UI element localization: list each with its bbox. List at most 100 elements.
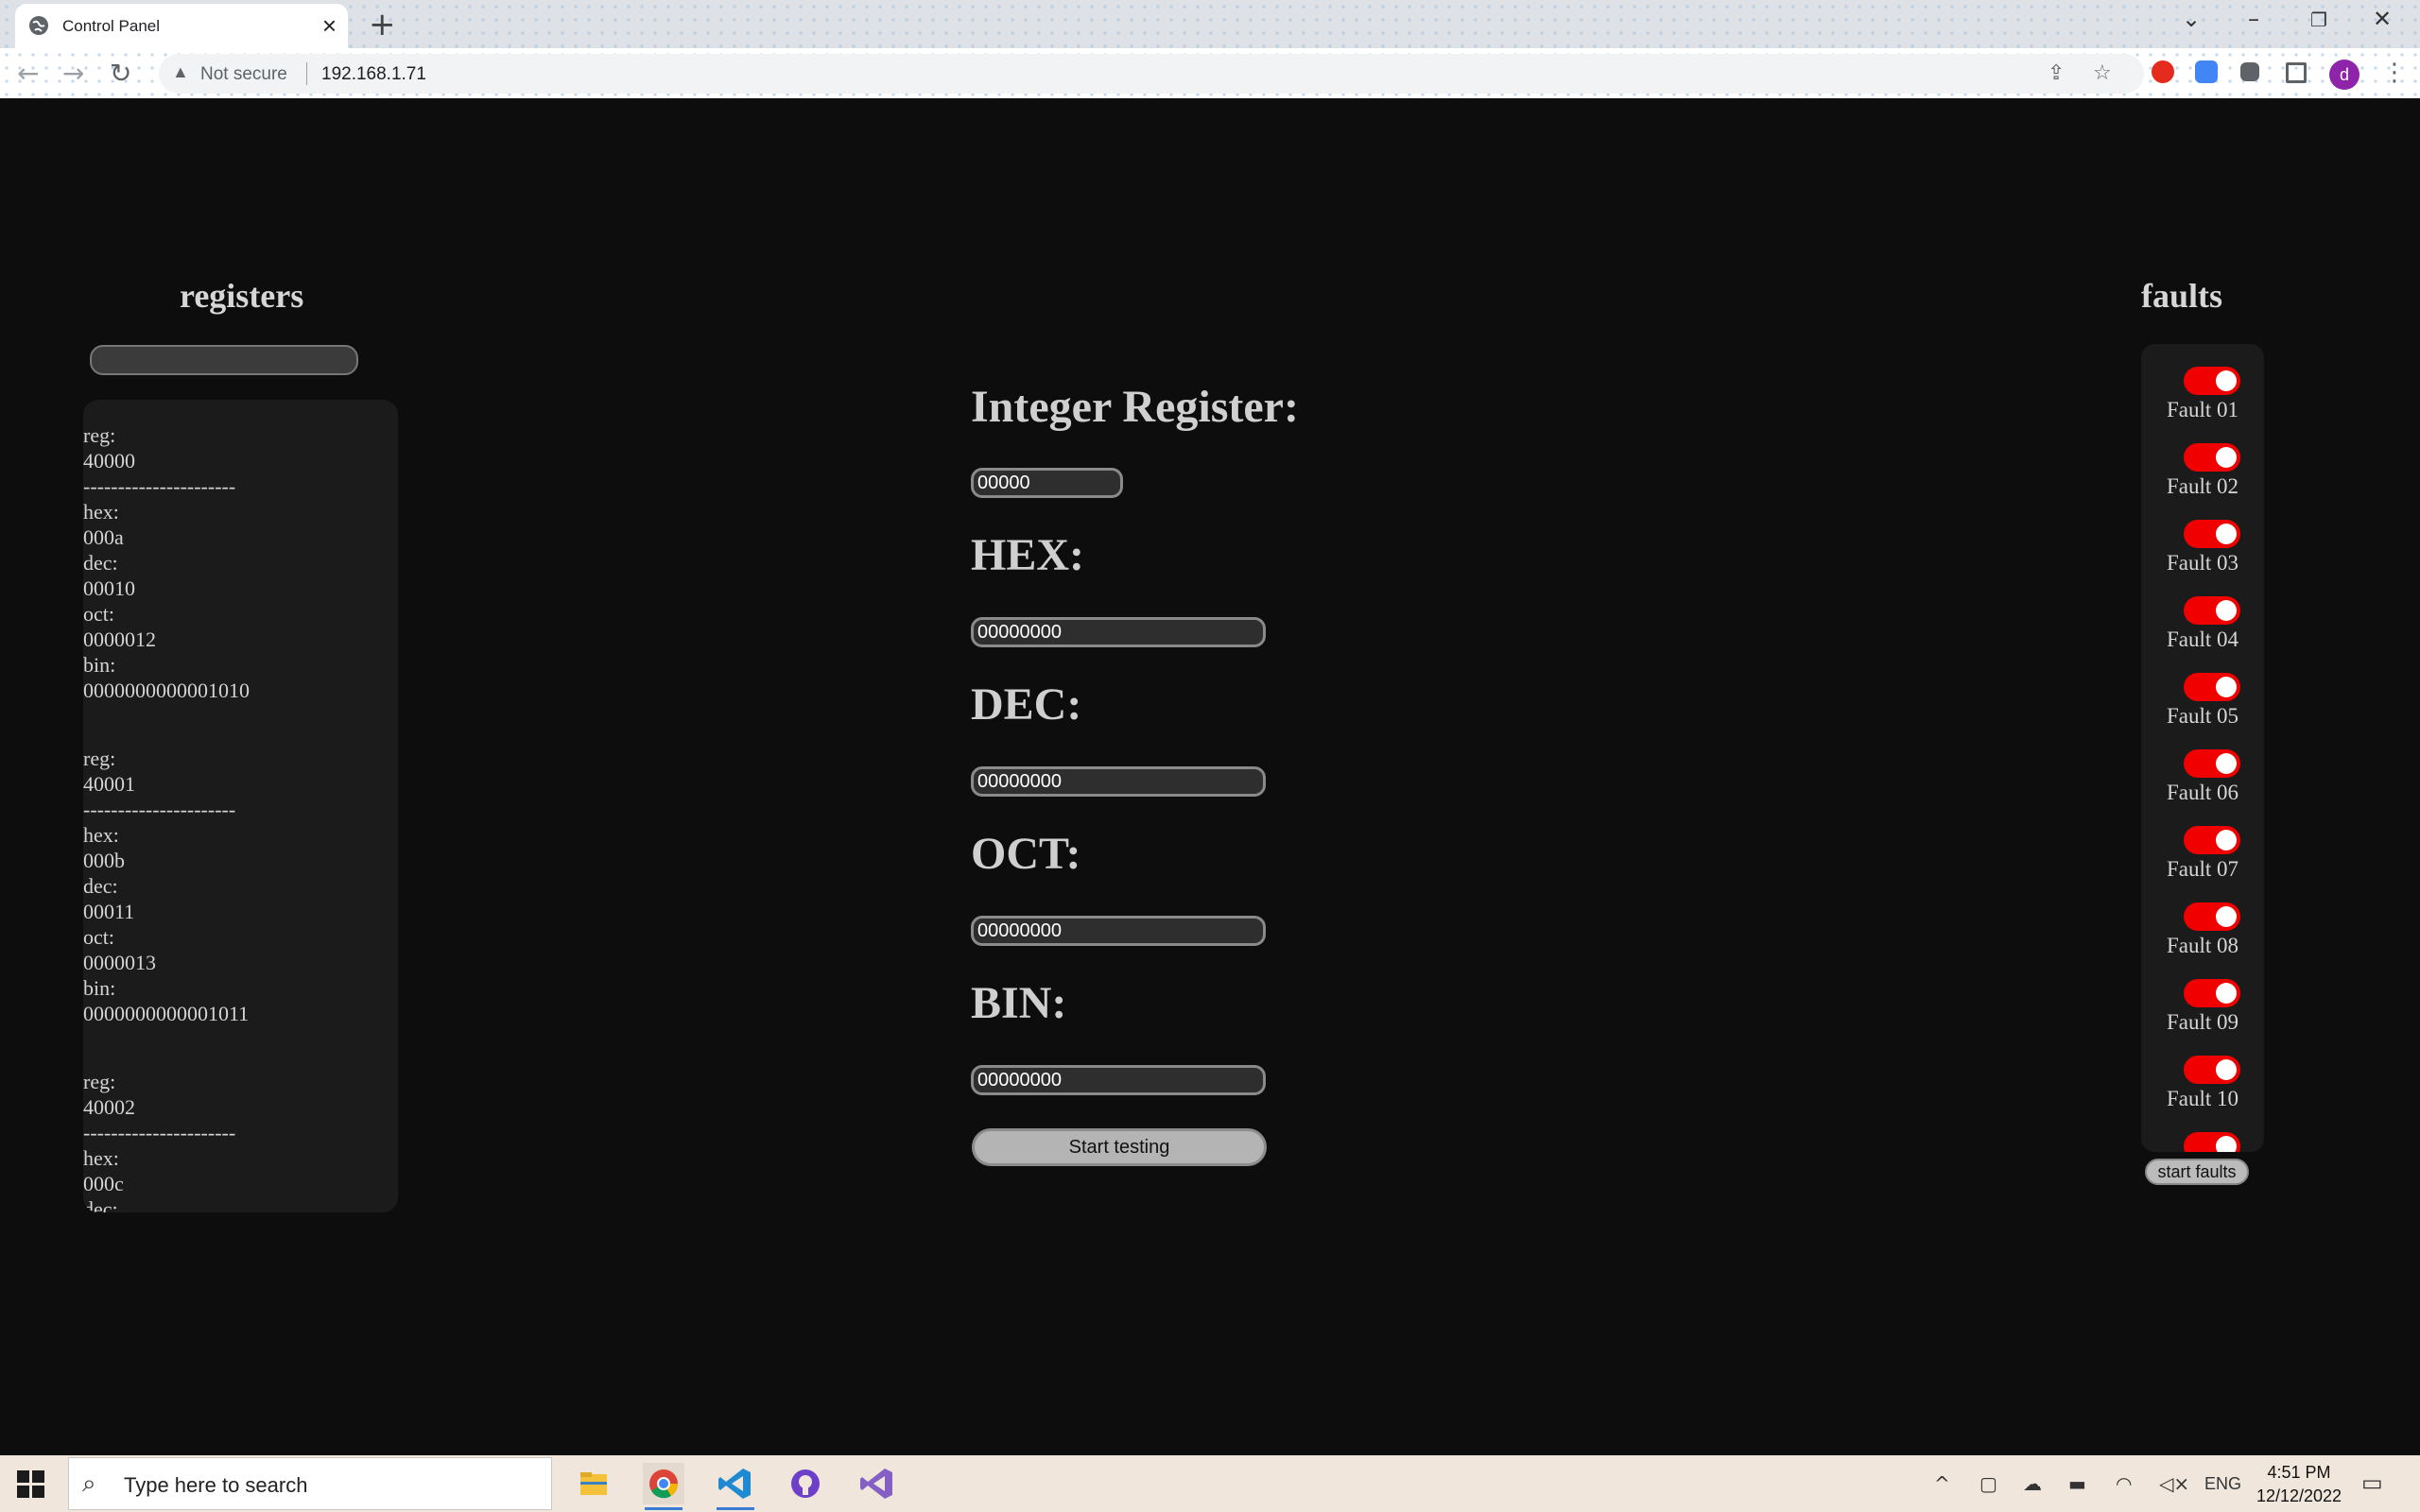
url-text[interactable]: 192.168.1.71: [321, 64, 426, 85]
battery-icon[interactable]: ▬: [2068, 1472, 2086, 1495]
toggle-knob: [2216, 370, 2237, 391]
profile-avatar[interactable]: d: [2329, 60, 2360, 90]
reg-value: 40001: [83, 772, 135, 796]
chrome-icon[interactable]: [643, 1463, 684, 1510]
integer-register-label: Integer Register:: [971, 382, 1299, 432]
oct-label: OCT:: [971, 829, 1081, 879]
github-desktop-icon[interactable]: [785, 1463, 826, 1504]
start-testing-button[interactable]: Start testing: [972, 1128, 1267, 1166]
volume-muted-icon[interactable]: ◁×: [2159, 1472, 2189, 1495]
fault-item: Fault 05: [2141, 673, 2264, 749]
translate-extension-icon[interactable]: [2195, 60, 2218, 83]
share-icon[interactable]: ⇪: [2048, 61, 2065, 85]
fault-toggle[interactable]: [2184, 443, 2240, 472]
reg-label: reg:: [83, 1070, 116, 1093]
fault-label: Fault 04: [2166, 627, 2239, 651]
fault-toggle[interactable]: [2184, 367, 2240, 395]
system-clock[interactable]: 4:51 PM 12/12/2022: [2250, 1461, 2348, 1508]
fault-label: Fault 10: [2166, 1087, 2239, 1110]
browser-toolbar: ← → ↻ ▲ Not secure 192.168.1.71 ⇪ ☆: [0, 48, 2420, 98]
windows-start-icon[interactable]: [17, 1470, 45, 1499]
reload-icon[interactable]: ↻: [110, 58, 131, 89]
start-faults-button[interactable]: start faults: [2145, 1159, 2249, 1185]
vscode-icon[interactable]: [715, 1463, 756, 1510]
restore-icon[interactable]: ❐: [2310, 9, 2327, 31]
hex-label: HEX:: [971, 530, 1084, 580]
show-hidden-icons-icon[interactable]: ^: [1934, 1472, 1950, 1495]
faults-heading: faults: [2141, 277, 2223, 315]
language-indicator[interactable]: ENG: [2204, 1474, 2241, 1494]
close-window-icon[interactable]: ✕: [2373, 6, 2392, 32]
fault-item: Fault 01: [2141, 367, 2264, 443]
close-tab-icon[interactable]: ×: [322, 11, 337, 41]
toggle-knob: [2216, 830, 2237, 850]
tab-search-icon[interactable]: ⌄: [2182, 6, 2201, 32]
fault-toggle[interactable]: [2184, 673, 2240, 701]
divider: ----------------------: [83, 798, 236, 821]
dec-input[interactable]: [971, 766, 1266, 797]
bin-value: 0000000000001011: [83, 1002, 250, 1025]
oct-input[interactable]: [971, 916, 1266, 946]
browser-tab[interactable]: Control Panel ×: [15, 4, 348, 48]
registers-panel[interactable]: reg: 40000 ---------------------- hex: 0…: [83, 400, 398, 1212]
register-entry: reg: 40001 ---------------------- hex: 0…: [83, 746, 250, 1026]
fault-item: Fault 04: [2141, 596, 2264, 673]
oct-label: oct:: [83, 602, 114, 626]
toggle-knob: [2216, 447, 2237, 468]
hex-label: hex:: [83, 500, 119, 524]
fault-item: Fault 02: [2141, 443, 2264, 520]
toggle-knob: [2216, 600, 2237, 621]
register-search-input[interactable]: [90, 345, 358, 375]
fault-label: Fault 01: [2166, 398, 2239, 421]
minimize-icon[interactable]: –: [2248, 6, 2259, 32]
fault-toggle[interactable]: [2184, 979, 2240, 1007]
notifications-icon[interactable]: ▭: [2361, 1469, 2383, 1496]
fault-item: [2141, 1132, 2264, 1152]
active-indicator: [717, 1507, 754, 1510]
search-placeholder: Type here to search: [124, 1473, 308, 1497]
divider: ----------------------: [83, 474, 236, 498]
fault-label: Fault 07: [2166, 857, 2239, 881]
dec-value: 00011: [83, 900, 135, 923]
toggle-knob: [2216, 983, 2237, 1004]
forward-icon[interactable]: →: [62, 58, 84, 89]
toggle-knob: [2216, 906, 2237, 927]
fault-toggle[interactable]: [2184, 1132, 2240, 1152]
bookmark-star-icon[interactable]: ☆: [2093, 61, 2112, 85]
side-panel-icon[interactable]: [2286, 62, 2307, 83]
wifi-icon[interactable]: ◠: [2116, 1472, 2132, 1495]
toggle-knob: [2216, 677, 2237, 697]
bin-label: bin:: [83, 653, 116, 677]
toggle-knob: [2216, 524, 2237, 544]
fault-label: Fault 02: [2166, 474, 2239, 498]
visual-studio-icon[interactable]: [856, 1463, 898, 1504]
not-secure-label: Not secure: [200, 64, 287, 84]
fault-item: Fault 08: [2141, 902, 2264, 979]
hex-label: hex:: [83, 823, 119, 847]
adblock-extension-icon[interactable]: [2152, 60, 2174, 83]
meet-now-icon[interactable]: ▢: [1979, 1472, 1997, 1495]
taskbar-search-box[interactable]: ⌕ Type here to search: [68, 1457, 552, 1510]
fault-item: Fault 03: [2141, 520, 2264, 596]
fault-toggle[interactable]: [2184, 1056, 2240, 1084]
fault-label: Fault 05: [2166, 704, 2239, 728]
address-divider: [306, 62, 307, 85]
menu-kebab-icon[interactable]: ⋮: [2382, 59, 2407, 87]
fault-toggle[interactable]: [2184, 749, 2240, 778]
bin-input[interactable]: [971, 1065, 1266, 1095]
back-icon[interactable]: ←: [17, 58, 39, 89]
new-tab-button[interactable]: +: [369, 6, 396, 43]
fault-toggle[interactable]: [2184, 902, 2240, 931]
fault-item: Fault 06: [2141, 749, 2264, 826]
address-bar[interactable]: ▲ Not secure 192.168.1.71 ⇪ ☆: [159, 54, 2144, 94]
extensions-puzzle-icon[interactable]: [2240, 62, 2259, 81]
integer-register-input[interactable]: [971, 468, 1123, 498]
fault-toggle[interactable]: [2184, 826, 2240, 854]
onedrive-icon[interactable]: ☁: [2023, 1472, 2042, 1495]
fault-toggle[interactable]: [2184, 520, 2240, 548]
hex-input[interactable]: [971, 617, 1266, 647]
faults-panel[interactable]: Fault 01 Fault 02 Fault 03 Fault 04 Faul…: [2141, 344, 2264, 1152]
file-explorer-icon[interactable]: [573, 1463, 614, 1504]
fault-toggle[interactable]: [2184, 596, 2240, 625]
oct-label: oct:: [83, 925, 114, 949]
